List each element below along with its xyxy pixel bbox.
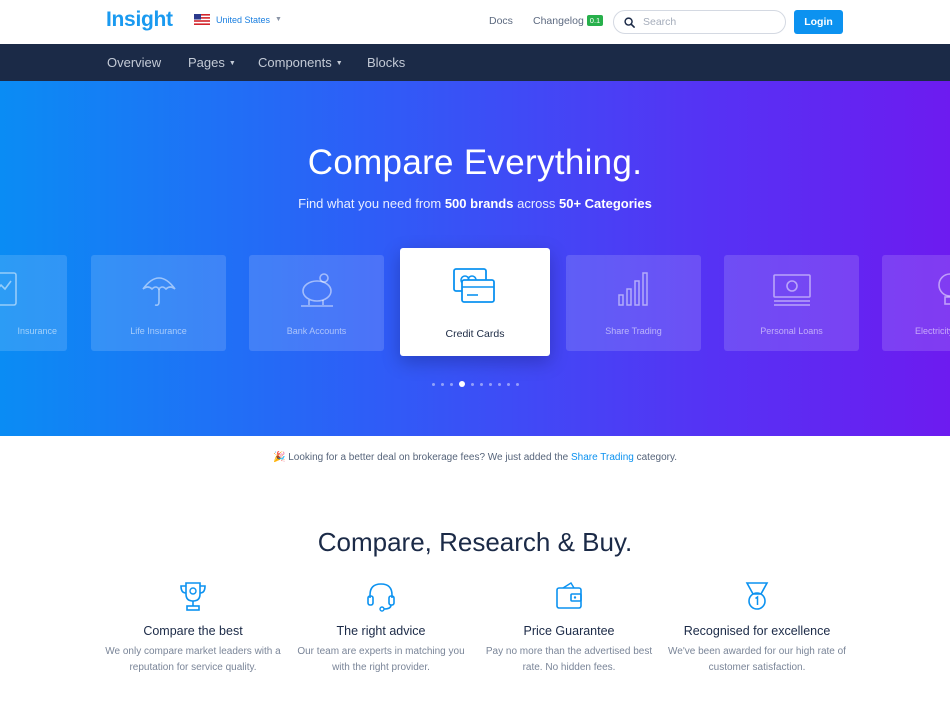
logo[interactable]: Insight: [106, 8, 173, 32]
feature-desc: We've been awarded for our high rate of …: [668, 646, 846, 673]
search-input[interactable]: [643, 16, 763, 28]
feature-desc: Our team are experts in matching you wit…: [297, 646, 465, 673]
hero-title: Compare Everything.: [307, 143, 643, 182]
category-label: Bank Accounts: [286, 326, 347, 336]
carousel-dot[interactable]: [440, 382, 444, 386]
category-card-bank-accounts[interactable]: Bank Accounts: [249, 255, 384, 351]
medal-icon: [745, 582, 769, 610]
carousel-dot[interactable]: [506, 382, 510, 386]
bar-chart-icon: [618, 272, 648, 306]
category-label: Life Insurance: [130, 326, 187, 336]
category-card-personal-loans[interactable]: Personal Loans: [724, 255, 859, 351]
hero-subtitle: Find what you need from 500 brands acros…: [0, 196, 950, 211]
announcement-text: category.: [633, 452, 677, 463]
feature-title: The right advice: [336, 624, 426, 638]
us-flag-icon: [194, 14, 210, 25]
carousel-dot[interactable]: [449, 382, 453, 386]
nav-overview[interactable]: Overview: [107, 55, 161, 70]
headset-icon: [367, 583, 395, 612]
subtitle-text: across: [513, 196, 559, 211]
section-title: Compare, Research & Buy.: [317, 527, 633, 557]
document-icon: [0, 272, 17, 306]
changelog-link[interactable]: Changelog 0.1: [533, 15, 604, 27]
subtitle-text: Find what you need from: [298, 196, 445, 211]
chevron-down-icon: ▼: [228, 60, 236, 67]
login-button[interactable]: Login: [794, 10, 843, 34]
feature-advice: The right advice Our team are experts in…: [291, 580, 471, 676]
category-label: Personal Loans: [760, 326, 823, 336]
nav-label: Pages: [188, 55, 225, 70]
nav-label: Components: [258, 55, 332, 70]
country-selector[interactable]: United States ▼: [194, 14, 282, 25]
hero-section: Compare Everything. Find what you need f…: [0, 81, 950, 436]
umbrella-icon: [142, 277, 176, 306]
feature-title: Compare the best: [143, 624, 243, 638]
carousel-dot[interactable]: [470, 382, 474, 386]
version-badge: 0.1: [586, 15, 604, 26]
category-label: Credit Cards: [445, 328, 505, 340]
feature-desc: We only compare market leaders with a re…: [105, 646, 281, 673]
wallet-icon: [556, 582, 582, 609]
carousel-dot[interactable]: [515, 382, 519, 386]
banknote-icon: [773, 274, 811, 306]
feature-title: Price Guarantee: [523, 624, 615, 638]
feature-price: Price Guarantee Pay no more than the adv…: [479, 580, 659, 676]
trophy-icon: [180, 582, 206, 611]
category-label: Electricity: [915, 326, 950, 336]
changelog-label: Changelog: [533, 15, 584, 27]
lightbulb-icon: [938, 273, 950, 305]
carousel-dot-active[interactable]: [458, 381, 465, 387]
feature-desc: Pay no more than the advertised best rat…: [485, 646, 653, 673]
nav-label: Overview: [107, 55, 162, 70]
nav-components[interactable]: Components ▼: [258, 55, 343, 70]
main-nav: Overview Pages ▼ Components ▼ Blocks: [0, 44, 950, 81]
category-label: Insurance: [17, 326, 57, 336]
top-bar: Insight United States ▼ Docs Changelog 0.…: [0, 0, 950, 44]
feature-excellence: Recognised for excellence We've been awa…: [667, 580, 847, 676]
party-icon: 🎉: [272, 452, 286, 463]
feature-compare: Compare the best We only compare market …: [103, 580, 283, 676]
category-card-share-trading[interactable]: Share Trading: [566, 255, 701, 351]
subtitle-categories: 50+ Categories: [559, 196, 652, 211]
carousel-dot[interactable]: [488, 382, 492, 386]
carousel-dot[interactable]: [479, 382, 483, 386]
nav-blocks[interactable]: Blocks: [367, 55, 405, 70]
category-card-life-insurance[interactable]: Life Insurance: [91, 255, 226, 351]
credit-card-icon: [453, 268, 495, 303]
feature-title: Recognised for excellence: [683, 624, 831, 638]
carousel-dot[interactable]: [431, 382, 435, 386]
category-card-electricity[interactable]: Electricity: [882, 255, 950, 351]
category-label: Share Trading: [605, 326, 662, 336]
share-trading-link[interactable]: Share Trading: [571, 452, 634, 463]
chevron-down-icon: ▼: [335, 60, 343, 67]
nav-label: Blocks: [367, 55, 406, 70]
search-box[interactable]: [613, 10, 786, 34]
announcement: 🎉 Looking for a better deal on brokerage…: [0, 452, 950, 463]
chevron-down-icon: ▼: [275, 16, 282, 23]
carousel-dots: [0, 381, 950, 387]
category-card-credit-cards[interactable]: Credit Cards: [400, 248, 550, 356]
announcement-text: Looking for a better deal on brokerage f…: [285, 452, 571, 463]
docs-link[interactable]: Docs: [489, 15, 513, 27]
nav-pages[interactable]: Pages ▼: [188, 55, 236, 70]
subtitle-brands: 500 brands: [444, 196, 514, 211]
search-icon: [624, 16, 635, 28]
piggy-bank-icon: [301, 273, 333, 307]
country-label: United States: [216, 14, 271, 25]
category-card-insurance[interactable]: Insurance: [0, 255, 67, 351]
carousel-dot[interactable]: [497, 382, 501, 386]
